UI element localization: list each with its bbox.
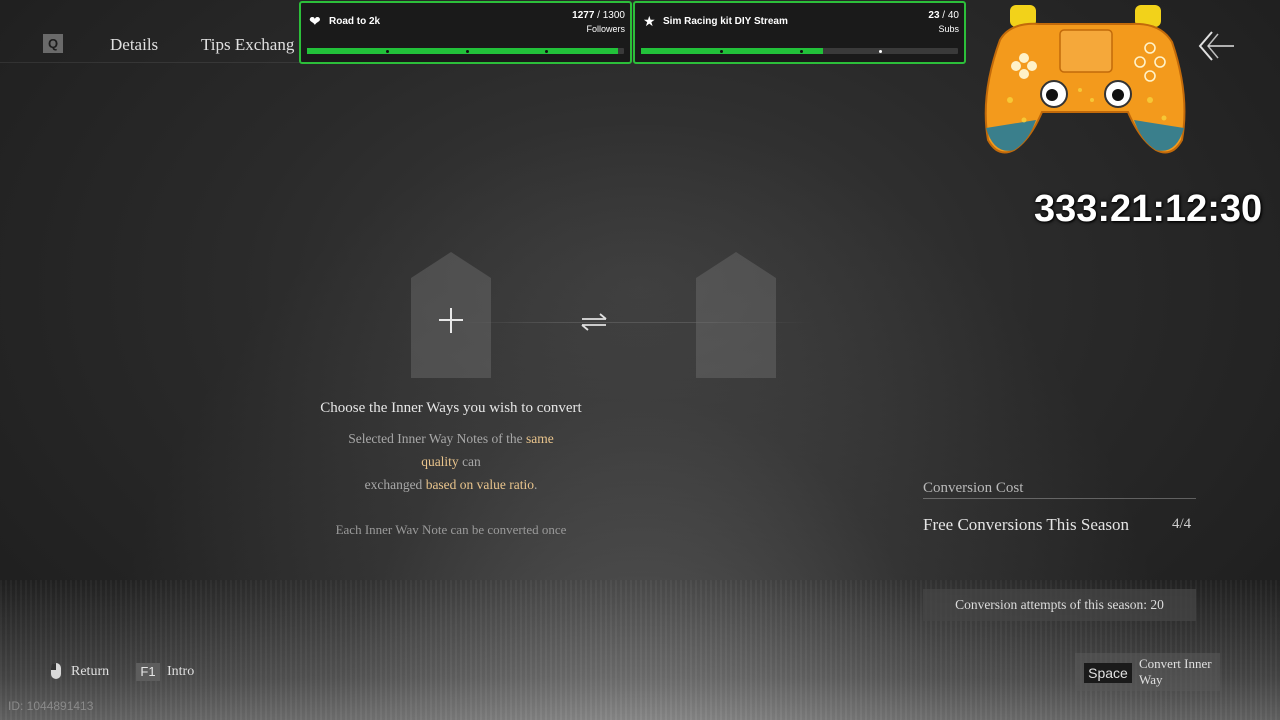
star-badge-icon: ★: [643, 13, 656, 29]
goal-widget-subs: ★ Sim Racing kit DIY Stream 23 / 40 Subs: [633, 1, 966, 64]
swap-arrows-icon: [581, 313, 607, 331]
goal-unit: Followers: [586, 24, 625, 34]
f1-key-hint[interactable]: F1: [136, 663, 160, 681]
goal-count: 1277 / 1300: [572, 10, 625, 21]
mouse-icon: [51, 663, 61, 679]
conversion-attempts-badge: Conversion attempts of this season: 20: [923, 589, 1196, 621]
target-slot[interactable]: [696, 252, 776, 378]
stream-timer: 333:21:12:30: [1034, 188, 1263, 230]
source-slot[interactable]: [411, 252, 491, 378]
return-button[interactable]: Return: [71, 664, 109, 680]
free-conversions-value: 4/4: [1172, 516, 1192, 532]
milestone-dot: [386, 49, 390, 53]
goal-title: Sim Racing kit DIY Stream: [663, 16, 788, 27]
goal-widget-followers: ❤ Road to 2k 1277 / 1300 Followers: [299, 1, 632, 64]
divider: [923, 498, 1196, 499]
goal-progress-bar: [641, 48, 958, 54]
milestone-dot: [465, 49, 469, 53]
milestone-dot: [720, 49, 724, 53]
tab-details[interactable]: Details: [110, 35, 158, 55]
return-arrow-icon[interactable]: [1196, 28, 1236, 64]
convert-inner-way-label: Convert Inner Way: [1139, 656, 1212, 687]
free-conversions-label: Free Conversions This Season: [923, 515, 1130, 534]
conversion-cost-title: Conversion Cost: [923, 480, 1024, 496]
milestone-dot: [799, 49, 803, 53]
goal-title: Road to 2k: [329, 16, 381, 27]
milestone-dot: [878, 49, 882, 53]
milestone-dot: [544, 49, 548, 53]
intro-button[interactable]: Intro: [167, 664, 194, 680]
instruction-title: Choose the Inner Ways you wish to conver…: [320, 400, 582, 416]
conversion-limit-note: Each Inner Wav Note can be converted onc…: [335, 522, 567, 537]
instruction-text: Selected Inner Way Notes of the same qua…: [348, 431, 554, 492]
goal-progress-fill: [307, 48, 619, 54]
instruction-block: Choose the Inner Ways you wish to conver…: [300, 400, 602, 538]
space-key-hint: Space: [1084, 663, 1132, 683]
gamepad-overlay-icon: [984, 5, 1186, 154]
heart-hands-icon: ❤: [309, 13, 321, 29]
q-key-hint[interactable]: Q: [43, 34, 63, 53]
tab-tips-exchange[interactable]: Tips Exchang: [201, 35, 300, 55]
goal-progress-fill: [641, 48, 824, 54]
goal-unit: Subs: [938, 24, 959, 34]
convert-inner-way-button[interactable]: Space Convert Inner Way: [1075, 653, 1220, 691]
player-id-label: ID: 1044891413: [8, 699, 94, 713]
goal-progress-bar: [307, 48, 624, 54]
top-nav: Q Details Tips Exchang: [0, 0, 300, 63]
goal-count: 23 / 40: [928, 10, 959, 21]
